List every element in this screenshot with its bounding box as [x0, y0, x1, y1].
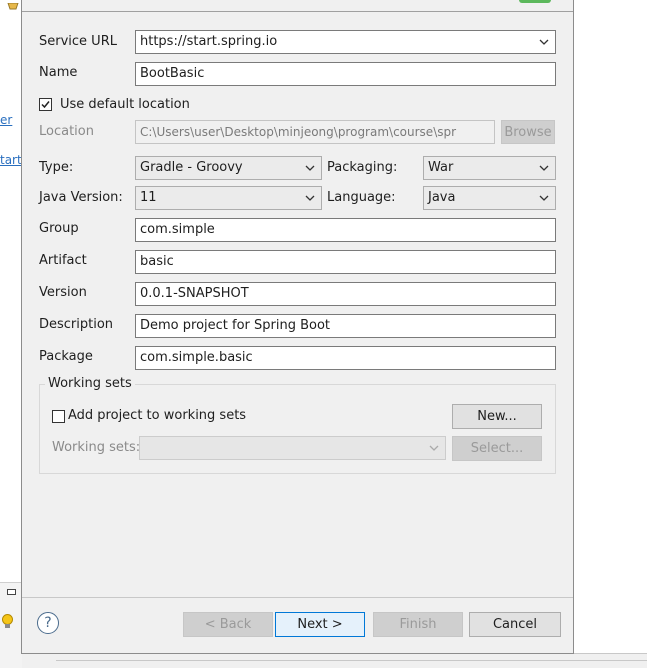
service-url-label: Service URL: [39, 34, 117, 49]
header-accent: [519, 0, 551, 3]
working-sets-label: Working sets:: [52, 440, 141, 455]
checkmark-icon: [41, 101, 50, 109]
back-button[interactable]: < Back: [183, 612, 273, 637]
name-label: Name: [39, 65, 78, 80]
background-editor-right: [573, 0, 647, 668]
java-version-label: Java Version:: [39, 190, 123, 205]
add-to-working-sets-checkbox[interactable]: [52, 410, 65, 423]
footer-separator: [22, 597, 573, 598]
group-field[interactable]: com.simple: [135, 218, 556, 242]
name-field[interactable]: BootBasic: [135, 62, 556, 86]
language-value: Java: [428, 190, 456, 205]
type-label: Type:: [39, 160, 74, 175]
finish-button[interactable]: Finish: [373, 612, 463, 637]
new-working-set-button[interactable]: New...: [452, 404, 542, 429]
language-combo[interactable]: Java: [423, 186, 556, 210]
packaging-value: War: [428, 160, 454, 175]
description-label: Description: [39, 317, 114, 332]
select-working-set-button[interactable]: Select...: [452, 436, 542, 461]
service-url-combo[interactable]: https://start.spring.io: [135, 30, 556, 54]
cancel-button[interactable]: Cancel: [469, 612, 561, 637]
chevron-down-icon: [539, 195, 549, 201]
service-url-value: https://start.spring.io: [140, 34, 278, 49]
type-value: Gradle - Groovy: [140, 160, 243, 175]
working-sets-combo[interactable]: [139, 436, 446, 460]
background-editor-left: [0, 0, 22, 668]
java-version-value: 11: [140, 190, 157, 205]
java-version-combo[interactable]: 11: [135, 186, 322, 210]
lightbulb-icon: [1, 613, 14, 631]
location-field[interactable]: C:\Users\user\Desktop\minjeong\program\c…: [135, 120, 495, 144]
add-to-working-sets-label: Add project to working sets: [68, 408, 247, 423]
version-label: Version: [39, 285, 87, 300]
background-link-1[interactable]: er: [0, 113, 12, 127]
type-combo[interactable]: Gradle - Groovy: [135, 156, 322, 180]
background-divider: [56, 660, 647, 661]
artifact-label: Artifact: [39, 253, 87, 268]
language-label: Language:: [327, 190, 396, 205]
chevron-down-icon: [539, 165, 549, 171]
artifact-field[interactable]: basic: [135, 250, 556, 274]
chevron-down-icon: [305, 195, 315, 201]
use-default-location-label: Use default location: [60, 97, 190, 112]
package-field[interactable]: com.simple.basic: [135, 346, 556, 370]
working-sets-title: Working sets: [45, 376, 135, 392]
packaging-combo[interactable]: War: [423, 156, 556, 180]
location-label: Location: [39, 124, 94, 139]
wizard-icon: [6, 0, 20, 10]
chevron-down-icon: [305, 165, 315, 171]
chevron-down-icon: [539, 39, 549, 45]
use-default-location-checkbox[interactable]: [39, 98, 52, 111]
browse-button[interactable]: Browse: [501, 120, 555, 144]
packaging-label: Packaging:: [327, 160, 398, 175]
version-field[interactable]: 0.0.1-SNAPSHOT: [135, 282, 556, 306]
description-field[interactable]: Demo project for Spring Boot: [135, 314, 556, 338]
group-label: Group: [39, 221, 79, 236]
chevron-down-icon: [429, 445, 439, 451]
minimize-icon[interactable]: [7, 589, 16, 595]
package-label: Package: [39, 349, 93, 364]
next-button[interactable]: Next >: [275, 612, 365, 637]
header-separator: [22, 11, 573, 12]
help-icon[interactable]: ?: [37, 612, 59, 634]
